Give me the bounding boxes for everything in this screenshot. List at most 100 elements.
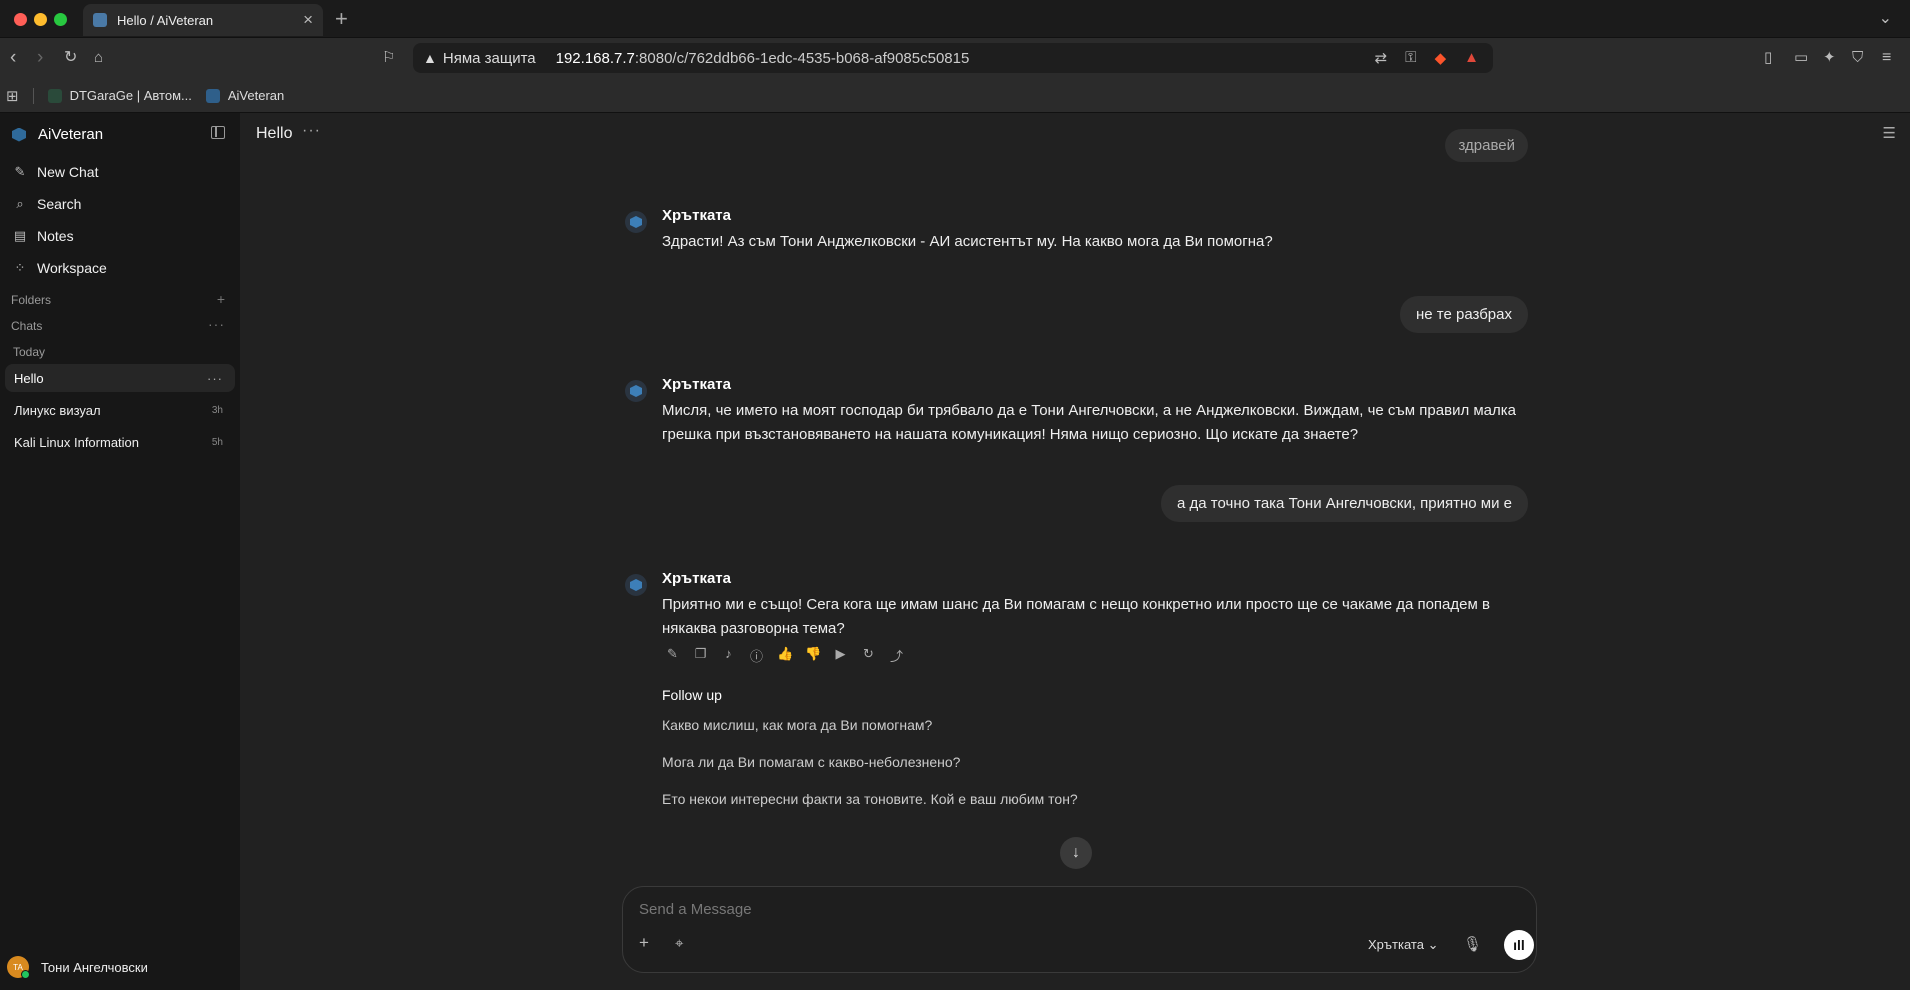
reload-icon[interactable]: ↻ xyxy=(64,47,77,69)
continue-icon[interactable]: ▶ xyxy=(833,646,848,665)
app-logo-icon xyxy=(12,127,26,142)
assistant-avatar xyxy=(625,380,647,402)
url-host: 192.168.7.7 xyxy=(555,49,635,67)
address-bar[interactable]: ▲ Няма защита 192.168.7.7:8080/c/762ddb6… xyxy=(413,43,1493,73)
assistant-name: Хрътката xyxy=(662,207,731,224)
new-tab-button[interactable]: + xyxy=(335,6,348,32)
folders-section-label[interactable]: Folders xyxy=(11,293,51,307)
bookmark-label: AiVeteran xyxy=(227,88,285,103)
copy-icon[interactable]: ❐ xyxy=(693,646,708,665)
add-attachment-icon[interactable]: + xyxy=(639,933,649,953)
chat-item-time: 3h xyxy=(211,404,223,416)
translate-icon[interactable]: ⇄ xyxy=(1375,49,1388,67)
edit-icon[interactable]: ✎ xyxy=(665,646,680,665)
follow-up-suggestion[interactable]: Мога ли да Ви помагам с какво-неболезнен… xyxy=(662,754,960,770)
follow-up-suggestion[interactable]: Ето некои интересни факти за тоновите. К… xyxy=(662,791,1078,807)
apps-grid-icon[interactable]: ⊞ xyxy=(6,87,19,105)
browser-tab-active[interactable]: Hello / AiVeteran × xyxy=(83,4,323,36)
chevron-down-icon: ⌄ xyxy=(1427,937,1439,952)
chat-options-icon[interactable]: ··· xyxy=(207,371,223,386)
chat-item-hello[interactable]: Hello ··· xyxy=(5,364,235,392)
vpn-shield-icon[interactable]: ⛉ xyxy=(1852,47,1863,69)
assistant-message-text: Мисля, че името на моят господар би тряб… xyxy=(662,402,1517,443)
model-name: Хрътката xyxy=(1368,937,1424,952)
regenerate-icon[interactable]: ↻ xyxy=(861,646,876,665)
back-icon[interactable]: ‹ xyxy=(10,47,16,69)
chats-section-label[interactable]: Chats xyxy=(11,319,42,333)
wallet-icon[interactable]: ▭ xyxy=(1794,47,1808,69)
minimize-window-button[interactable] xyxy=(34,13,47,26)
assistant-message-text: Здрасти! Аз съм Тони Анджелковски - АИ а… xyxy=(662,233,1273,250)
model-selector[interactable]: Хрътката ⌄ xyxy=(1368,937,1438,953)
voice-mode-button[interactable]: ıll xyxy=(1504,930,1534,960)
follow-up-suggestion[interactable]: Какво мислиш, как мога да Ви помогнам? xyxy=(662,717,932,733)
zoom-window-button[interactable] xyxy=(54,13,67,26)
chat-item-linux-visual[interactable]: Линукс визуал 3h xyxy=(5,396,235,424)
app-sidebar: AiVeteran ✎ New Chat ⌕ Search ▤ Notes ⁘ … xyxy=(0,113,240,990)
brave-rewards-icon[interactable]: ▲ xyxy=(1464,49,1479,67)
key-icon[interactable]: ⚿ xyxy=(1405,49,1416,67)
tab-list-chevron-icon[interactable]: ⌄ xyxy=(1879,8,1892,28)
assistant-avatar xyxy=(625,211,647,233)
notes-icon: ▤ xyxy=(13,228,27,243)
collapse-sidebar-icon[interactable] xyxy=(211,126,225,139)
today-group-label: Today xyxy=(13,345,46,359)
close-window-button[interactable] xyxy=(14,13,27,26)
forward-icon[interactable]: › xyxy=(37,47,43,69)
read-aloud-icon[interactable]: ♪ xyxy=(721,646,736,665)
app-name: AiVeteran xyxy=(38,126,104,143)
assistant-message-text: Приятно ми е също! Сега кога ще имам шан… xyxy=(662,596,1490,637)
chat-main: Hello ··· ☰ здравей Хрътката Здрасти! Аз… xyxy=(240,113,1910,990)
sidebar-item-notes[interactable]: ▤ Notes xyxy=(12,228,74,244)
chat-title: Hello xyxy=(256,125,293,142)
message-input[interactable]: Send a Message xyxy=(639,901,752,918)
chat-item-title: Hello xyxy=(14,370,44,386)
bookmark-favicon-icon xyxy=(47,88,62,103)
avatar: TA xyxy=(7,956,30,979)
sidebar-item-label: New Chat xyxy=(37,164,99,180)
info-icon[interactable]: ⓘ xyxy=(749,646,764,665)
bookmark-divider xyxy=(32,87,34,104)
browser-toolbar: ‹ › ↻ ⌂ ⚐ ▲ Няма защита 192.168.7.7:8080… xyxy=(0,38,1910,79)
url-text[interactable]: 192.168.7.7:8080/c/762ddb66-1edc-4535-b0… xyxy=(556,50,970,67)
user-menu[interactable]: TA Тони Ангелчовски xyxy=(7,956,148,979)
thumbs-up-icon[interactable]: 👍 xyxy=(777,646,793,665)
chats-options-icon[interactable]: ··· xyxy=(208,316,225,332)
assistant-avatar xyxy=(625,574,647,596)
sidebar-item-workspace[interactable]: ⁘ Workspace xyxy=(12,260,107,276)
chat-item-kali-linux[interactable]: Kali Linux Information 5h xyxy=(5,428,235,456)
brave-shields-icon[interactable]: ◆ xyxy=(1435,49,1447,67)
sidebar-toggle-icon[interactable]: ▯ xyxy=(1764,47,1772,69)
tab-close-icon[interactable]: × xyxy=(303,10,313,30)
tab-favicon-icon xyxy=(93,13,107,27)
controls-sliders-icon[interactable]: ☰ xyxy=(1883,124,1896,142)
user-message-1: здравей xyxy=(1445,129,1528,162)
add-folder-icon[interactable]: + xyxy=(217,291,225,307)
sidebar-item-new-chat[interactable]: ✎ New Chat xyxy=(12,164,99,180)
security-label[interactable]: Няма защита xyxy=(443,50,536,67)
search-icon: ⌕ xyxy=(16,196,24,211)
bookmark-icon[interactable]: ⚐ xyxy=(382,47,395,69)
sidebar-item-search[interactable]: ⌕ Search xyxy=(12,196,81,212)
thumbs-down-icon[interactable]: 👎 xyxy=(805,646,821,665)
share-icon[interactable]: ⤴ xyxy=(889,646,904,665)
menu-icon[interactable]: ≡ xyxy=(1882,47,1891,69)
browser-tab-bar: Hello / AiVeteran × + ⌄ xyxy=(0,0,1910,38)
tab-title: Hello / AiVeteran xyxy=(117,12,214,28)
workspace-icon: ⁘ xyxy=(14,260,26,275)
home-icon[interactable]: ⌂ xyxy=(94,47,103,69)
bookmark-aiveteran[interactable]: AiVeteran xyxy=(205,88,285,103)
tools-icon[interactable]: ⌖ xyxy=(675,935,683,952)
assistant-name: Хрътката xyxy=(662,570,731,587)
sidebar-item-label: Search xyxy=(37,196,82,212)
leo-ai-icon[interactable]: ✦ xyxy=(1823,47,1836,69)
chat-menu-icon[interactable]: ··· xyxy=(302,122,321,140)
scroll-down-button[interactable]: ↓ xyxy=(1060,837,1092,869)
bookmark-dtgarage[interactable]: DTGaraGe | Автом... xyxy=(47,88,192,103)
user-message-3: а да точно така Тони Ангелчовски, приятн… xyxy=(1161,485,1528,522)
bookmark-favicon-icon xyxy=(205,88,220,103)
url-path: :8080/c/762ddb66-1edc-4535-b068-af9085c5… xyxy=(634,49,970,67)
app-brand[interactable]: AiVeteran xyxy=(12,126,103,143)
microphone-icon[interactable]: 🎙 xyxy=(1463,935,1482,953)
chat-item-time: 5h xyxy=(211,436,223,448)
